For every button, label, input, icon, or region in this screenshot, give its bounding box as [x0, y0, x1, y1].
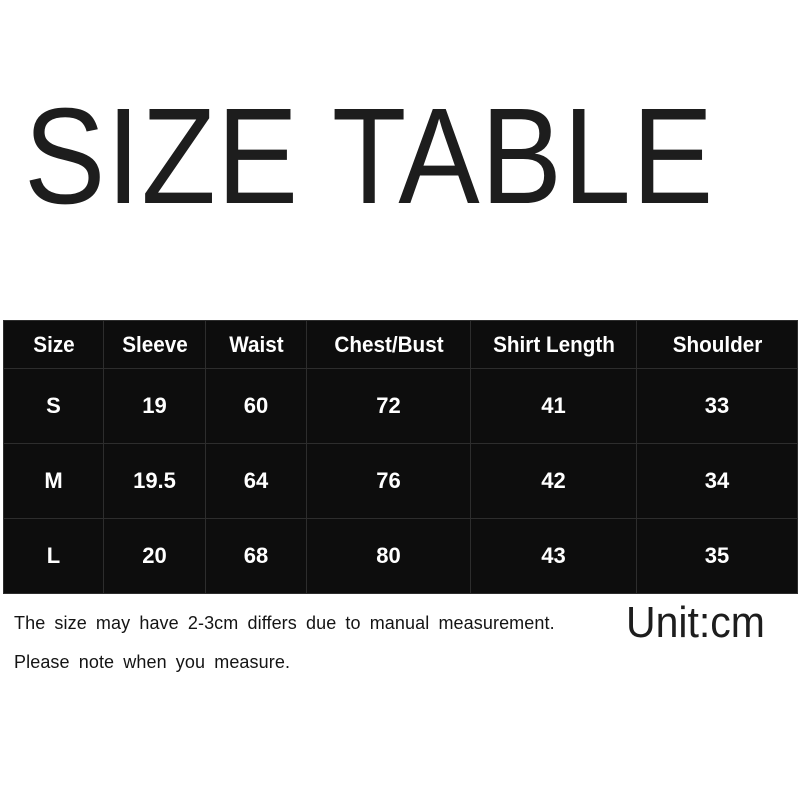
measurement-note: The size may have 2-3cm differs due to m… [14, 604, 614, 682]
cell-sleeve: 19 [103, 368, 206, 444]
cell-sleeve: 20 [103, 518, 206, 594]
cell-shoulder: 35 [636, 518, 798, 594]
cell-size: S [3, 368, 104, 444]
measurement-note-line-1: The size may have 2-3cm differs due to m… [14, 613, 555, 633]
table-row: S 19 60 72 41 33 [3, 368, 798, 444]
column-header-shoulder: Shoulder [640, 320, 794, 369]
cell-shoulder: 34 [636, 443, 798, 519]
cell-waist: 64 [205, 443, 307, 519]
column-header-waist: Waist [208, 320, 304, 369]
size-table: Size Sleeve Waist Chest/Bust Shirt Lengt… [3, 320, 798, 594]
cell-sleeve: 19.5 [103, 443, 206, 519]
column-header-chest-bust: Chest/Bust [310, 320, 467, 369]
cell-chest-bust: 80 [306, 518, 471, 594]
cell-size: L [3, 518, 104, 594]
cell-waist: 68 [205, 518, 307, 594]
column-header-size: Size [6, 320, 101, 369]
cell-shirt-length: 43 [470, 518, 637, 594]
cell-size: M [3, 443, 104, 519]
page-title: SIZE TABLE [24, 79, 715, 233]
size-chart-page: SIZE TABLE Size Sleeve Waist Chest/Bust … [0, 0, 800, 800]
cell-shoulder: 33 [636, 368, 798, 444]
cell-shirt-length: 41 [470, 368, 637, 444]
table-header-row: Size Sleeve Waist Chest/Bust Shirt Lengt… [4, 320, 798, 369]
table-row: L 20 68 80 43 35 [3, 518, 798, 594]
column-header-shirt-length: Shirt Length [475, 320, 632, 369]
cell-shirt-length: 42 [470, 443, 637, 519]
column-header-sleeve: Sleeve [106, 320, 203, 369]
unit-label: Unit:cm [626, 597, 765, 647]
cell-chest-bust: 72 [306, 368, 471, 444]
table-row: M 19.5 64 76 42 34 [3, 443, 798, 519]
cell-waist: 60 [205, 368, 307, 444]
cell-chest-bust: 76 [306, 443, 471, 519]
measurement-note-line-2: Please note when you measure. [14, 652, 291, 672]
